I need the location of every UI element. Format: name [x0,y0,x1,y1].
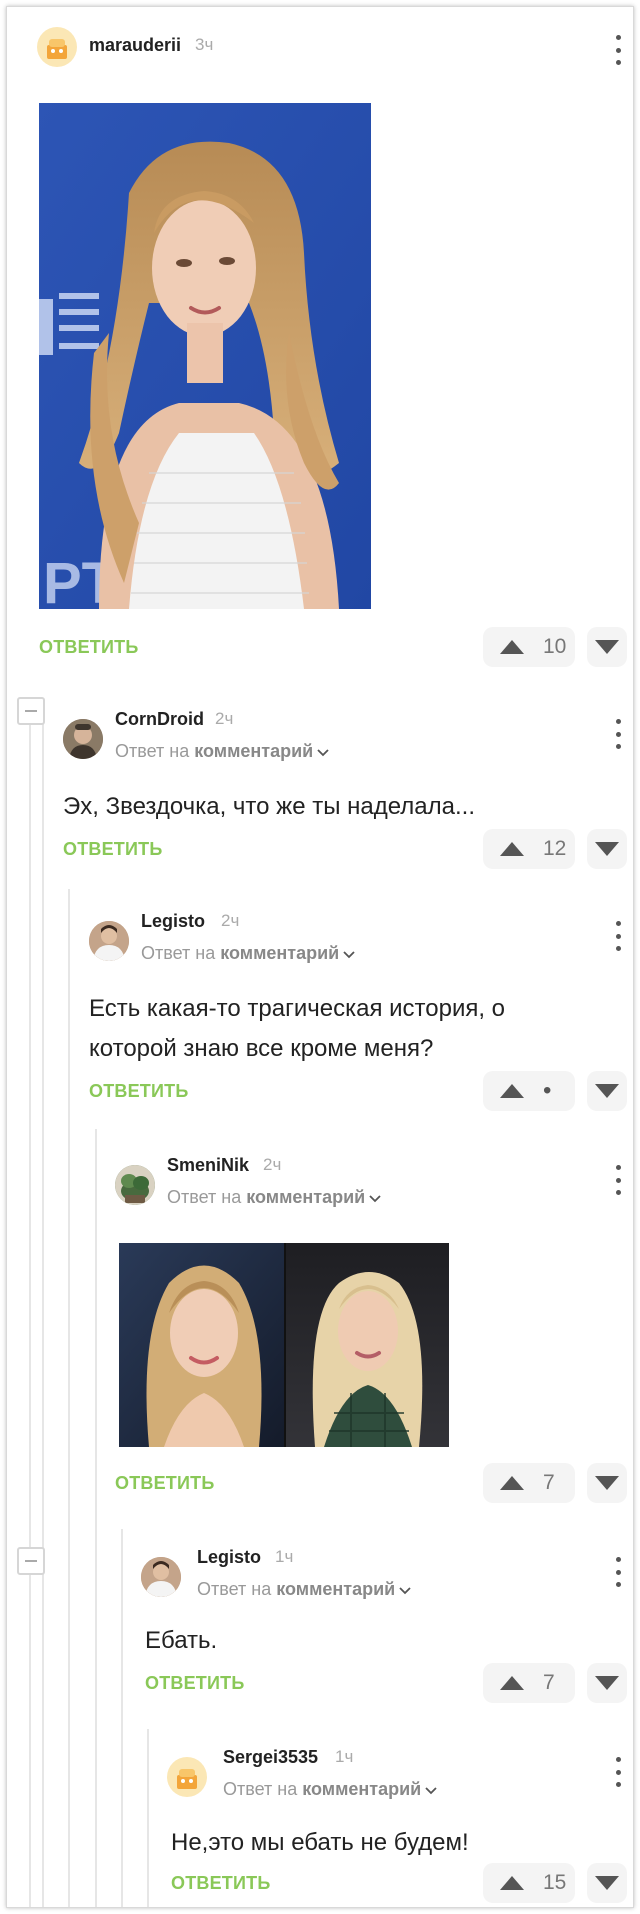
vote-count: 10 [543,635,567,658]
thread-line [42,719,44,1907]
reply-to-link[interactable]: Ответ на комментарий [223,1779,437,1800]
reply-button[interactable]: ОТВЕТИТЬ [115,1473,214,1494]
reply-to-link[interactable]: Ответ на комментарий [167,1187,381,1208]
more-vertical-icon[interactable] [613,1757,623,1787]
username[interactable]: marauderii [89,35,181,56]
comment-time: 2ч [221,911,240,930]
avatar[interactable] [89,921,129,961]
triangle-down-icon[interactable] [594,1675,620,1691]
reply-to-link[interactable]: Ответ на комментарий [141,943,355,964]
thread-line [95,1129,97,1907]
username[interactable]: Legisto [197,1547,261,1568]
collapse-toggle[interactable] [17,697,45,725]
thread-line [29,719,31,1907]
collapse-toggle[interactable] [17,1547,45,1575]
comment-text: Есть какая-то трагическая история, о кот… [89,995,506,1062]
avatar[interactable] [167,1757,207,1797]
downvote-button[interactable] [587,829,627,869]
more-vertical-icon[interactable] [613,1557,623,1587]
chevron-down-icon [343,951,355,959]
triangle-down-icon[interactable] [594,841,620,857]
triangle-down-icon[interactable] [594,1875,620,1891]
avatar[interactable] [37,27,77,67]
avatar[interactable] [63,719,103,759]
comment-time: 2ч [215,709,234,728]
upvote-box[interactable]: 15 [483,1863,575,1903]
upvote-box[interactable]: 7 [483,1663,575,1703]
reply-button[interactable]: ОТВЕТИТЬ [39,637,138,658]
triangle-down-icon[interactable] [594,1083,620,1099]
downvote-button[interactable] [587,1863,627,1903]
chevron-down-icon [399,1587,411,1595]
vote-count: 7 [543,1671,555,1694]
chevron-down-icon [425,1787,437,1795]
more-vertical-icon[interactable] [613,35,623,65]
thread-line [121,1529,123,1907]
triangle-down-icon[interactable] [594,639,620,655]
chevron-down-icon [317,749,329,757]
thread-line [68,889,70,1907]
comment-time: 2ч [263,1155,282,1174]
triangle-up-icon[interactable] [499,1083,525,1099]
downvote-button[interactable] [587,627,627,667]
downvote-button[interactable] [587,1463,627,1503]
vote-count: 12 [543,837,567,860]
vote-count: 15 [543,1871,567,1894]
comment-text: Не,это мы ебать не будем! [171,1829,469,1856]
vote-count: 7 [543,1471,555,1494]
reply-to-link[interactable]: Ответ на комментарий [197,1579,411,1600]
reply-button[interactable]: ОТВЕТИТЬ [89,1081,188,1102]
upvote-box[interactable]: • [483,1071,575,1111]
comment-image[interactable] [119,1243,449,1447]
username[interactable]: SmeniNik [167,1155,249,1176]
username[interactable]: Legisto [141,911,205,932]
comment-text: Ебать. [145,1627,218,1654]
vote-count: • [543,1077,552,1104]
username[interactable]: CornDroid [115,709,204,730]
comment-time: 1ч [275,1547,294,1566]
minus-icon [25,710,37,712]
reply-button[interactable]: ОТВЕТИТЬ [145,1673,244,1694]
avatar[interactable] [115,1165,155,1205]
post-image[interactable]: PTA [39,103,371,609]
triangle-up-icon[interactable] [499,1675,525,1691]
comment-thread-frame: marauderii 3ч PTA ОТВЕТИТЬ 10 CornDroid … [6,6,634,1908]
triangle-up-icon[interactable] [499,1475,525,1491]
upvote-box[interactable]: 10 [483,627,575,667]
comment-time: 1ч [335,1747,354,1766]
username[interactable]: Sergei3535 [223,1747,318,1768]
downvote-button[interactable] [587,1663,627,1703]
upvote-box[interactable]: 12 [483,829,575,869]
triangle-up-icon[interactable] [499,841,525,857]
triangle-up-icon[interactable] [499,639,525,655]
comment-text: Эх, Звездочка, что же ты наделала... [63,793,475,820]
reply-to-link[interactable]: Ответ на комментарий [115,741,329,762]
triangle-up-icon[interactable] [499,1875,525,1891]
downvote-button[interactable] [587,1071,627,1111]
more-vertical-icon[interactable] [613,1165,623,1195]
reply-button[interactable]: ОТВЕТИТЬ [63,839,162,860]
more-vertical-icon[interactable] [613,921,623,951]
triangle-down-icon[interactable] [594,1475,620,1491]
upvote-box[interactable]: 7 [483,1463,575,1503]
minus-icon [25,1560,37,1562]
reply-button[interactable]: ОТВЕТИТЬ [171,1873,270,1894]
post-time: 3ч [195,35,214,54]
thread-line [147,1729,149,1907]
avatar[interactable] [141,1557,181,1597]
chevron-down-icon [369,1195,381,1203]
more-vertical-icon[interactable] [613,719,623,749]
